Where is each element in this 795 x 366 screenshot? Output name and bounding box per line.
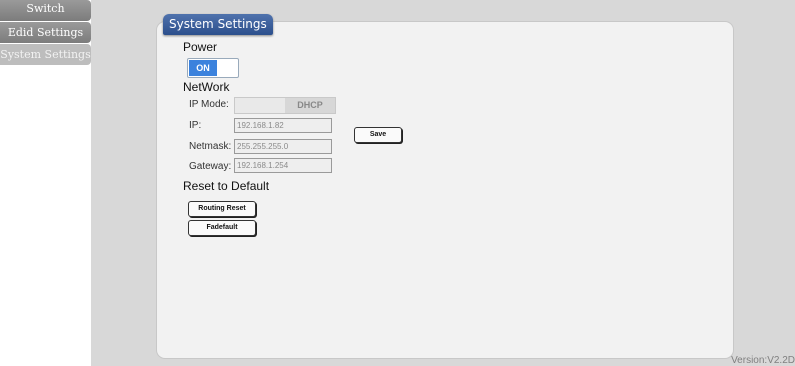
netmask-label: Netmask: xyxy=(189,141,232,152)
power-toggle-on: ON xyxy=(189,60,217,76)
netmask-field[interactable]: 255.255.255.0 xyxy=(234,139,332,154)
ip-mode-toggle[interactable]: DHCP xyxy=(234,97,336,114)
gateway-label: Gateway: xyxy=(189,161,232,172)
routing-reset-button[interactable]: Routing Reset xyxy=(188,201,256,217)
nav-item-switch[interactable]: Switch xyxy=(0,0,91,21)
power-toggle[interactable]: ON xyxy=(187,58,239,78)
sidebar-nav: Switch Edid Settings System Settings xyxy=(0,0,91,66)
gateway-field[interactable]: 192.168.1.254 xyxy=(234,158,332,173)
reset-heading: Reset to Default xyxy=(183,179,270,193)
nav-item-edid-settings[interactable]: Edid Settings xyxy=(0,22,91,43)
panel-title: System Settings xyxy=(163,14,273,35)
power-heading: Power xyxy=(183,40,218,54)
ip-mode-label: IP Mode: xyxy=(189,99,229,110)
save-button[interactable]: Save xyxy=(354,127,402,143)
ip-field[interactable]: 192.168.1.82 xyxy=(234,118,332,133)
main-area: System Settings Power ON NetWork IP Mode… xyxy=(91,0,795,366)
nav-item-system-settings[interactable]: System Settings xyxy=(0,44,91,65)
fadefault-button[interactable]: Fadefault xyxy=(188,220,256,236)
version-label: Version:V2.2D xyxy=(731,355,795,366)
dhcp-option: DHCP xyxy=(285,98,335,113)
network-heading: NetWork xyxy=(183,80,230,94)
ip-label: IP: xyxy=(189,120,202,131)
